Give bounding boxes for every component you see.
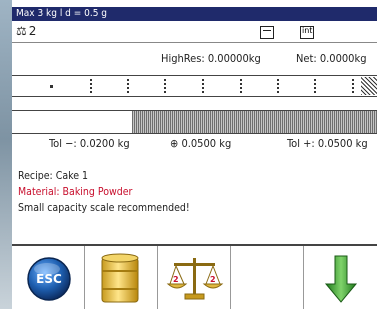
message-area: Recipe: Cake 1 Material: Baking Powder S… (18, 168, 373, 216)
softkey-ingredient[interactable] (85, 246, 158, 309)
warning-line: Small capacity scale recommended! (18, 202, 190, 214)
softkey-esc[interactable]: ESC (12, 246, 85, 309)
weight-readout-row: HighRes: 0.00000kg Net: 0.0000kg (12, 52, 377, 66)
bargraph-tick (240, 79, 244, 93)
capacity-limit-zone (361, 77, 377, 95)
scale-status-row: ⚖ 2 int (12, 23, 377, 41)
minimize-icon[interactable] (260, 26, 274, 39)
softkey-empty[interactable] (231, 246, 304, 309)
svg-text:2: 2 (173, 275, 179, 284)
tolerance-zone (132, 111, 377, 133)
bargraph-dot (50, 85, 53, 88)
bargraph-tick (164, 79, 168, 93)
info-icon[interactable]: int (300, 26, 314, 39)
balance-icon: ⚖ (16, 24, 27, 38)
capacity-text: Max 3 kg l d = 0.5 g (16, 8, 108, 19)
target-value: 0.0500 kg (181, 137, 232, 150)
scale-indicator: ⚖ 2 (16, 24, 36, 38)
softkey-balance[interactable]: 2 2 (158, 246, 231, 309)
net-weight: Net: 0.0000kg (296, 52, 367, 65)
bargraph-tick (202, 79, 206, 93)
high-res-weight: HighRes: 0.00000kg (161, 52, 261, 65)
softkey-bar: ESC 2 2 (12, 244, 377, 309)
tolerance-plus: Tol +: 0.0500 kg (287, 137, 368, 150)
balance-scale-icon: 2 2 (166, 258, 224, 300)
scale-number: 2 (28, 24, 37, 38)
divider (12, 42, 377, 43)
target-icon: ⊕ (170, 137, 179, 150)
bargraph-tick (127, 79, 131, 93)
material-line: Material: Baking Powder (18, 186, 133, 198)
bargraph-tick (277, 79, 281, 93)
recipe-line: Recipe: Cake 1 (18, 170, 89, 182)
arrow-down-icon (324, 255, 358, 303)
weighing-terminal-panel: Max 3 kg l d = 0.5 g ⚖ 2 int HighRes: 0.0… (12, 0, 377, 309)
bargraph-tick (90, 79, 94, 93)
softkey-next[interactable] (304, 246, 377, 309)
tolerance-minus: Tol −: 0.0200 kg (49, 137, 130, 150)
ingredient-container-icon (101, 253, 139, 303)
tolerance-row: Tol −: 0.0200 kg ⊕ 0.0500 kg Tol +: 0.05… (12, 137, 377, 151)
svg-text:2: 2 (210, 275, 216, 284)
esc-icon: ESC (26, 256, 72, 302)
capacity-infobar: Max 3 kg l d = 0.5 g (12, 7, 377, 21)
background-image (0, 0, 12, 309)
esc-label: ESC (36, 272, 62, 286)
tolerance-bargraph (12, 110, 377, 134)
bargraph-tick (314, 79, 318, 93)
capacity-bargraph (12, 75, 377, 97)
bargraph-tick (352, 79, 356, 93)
target-weight: ⊕ 0.0500 kg (170, 137, 231, 150)
